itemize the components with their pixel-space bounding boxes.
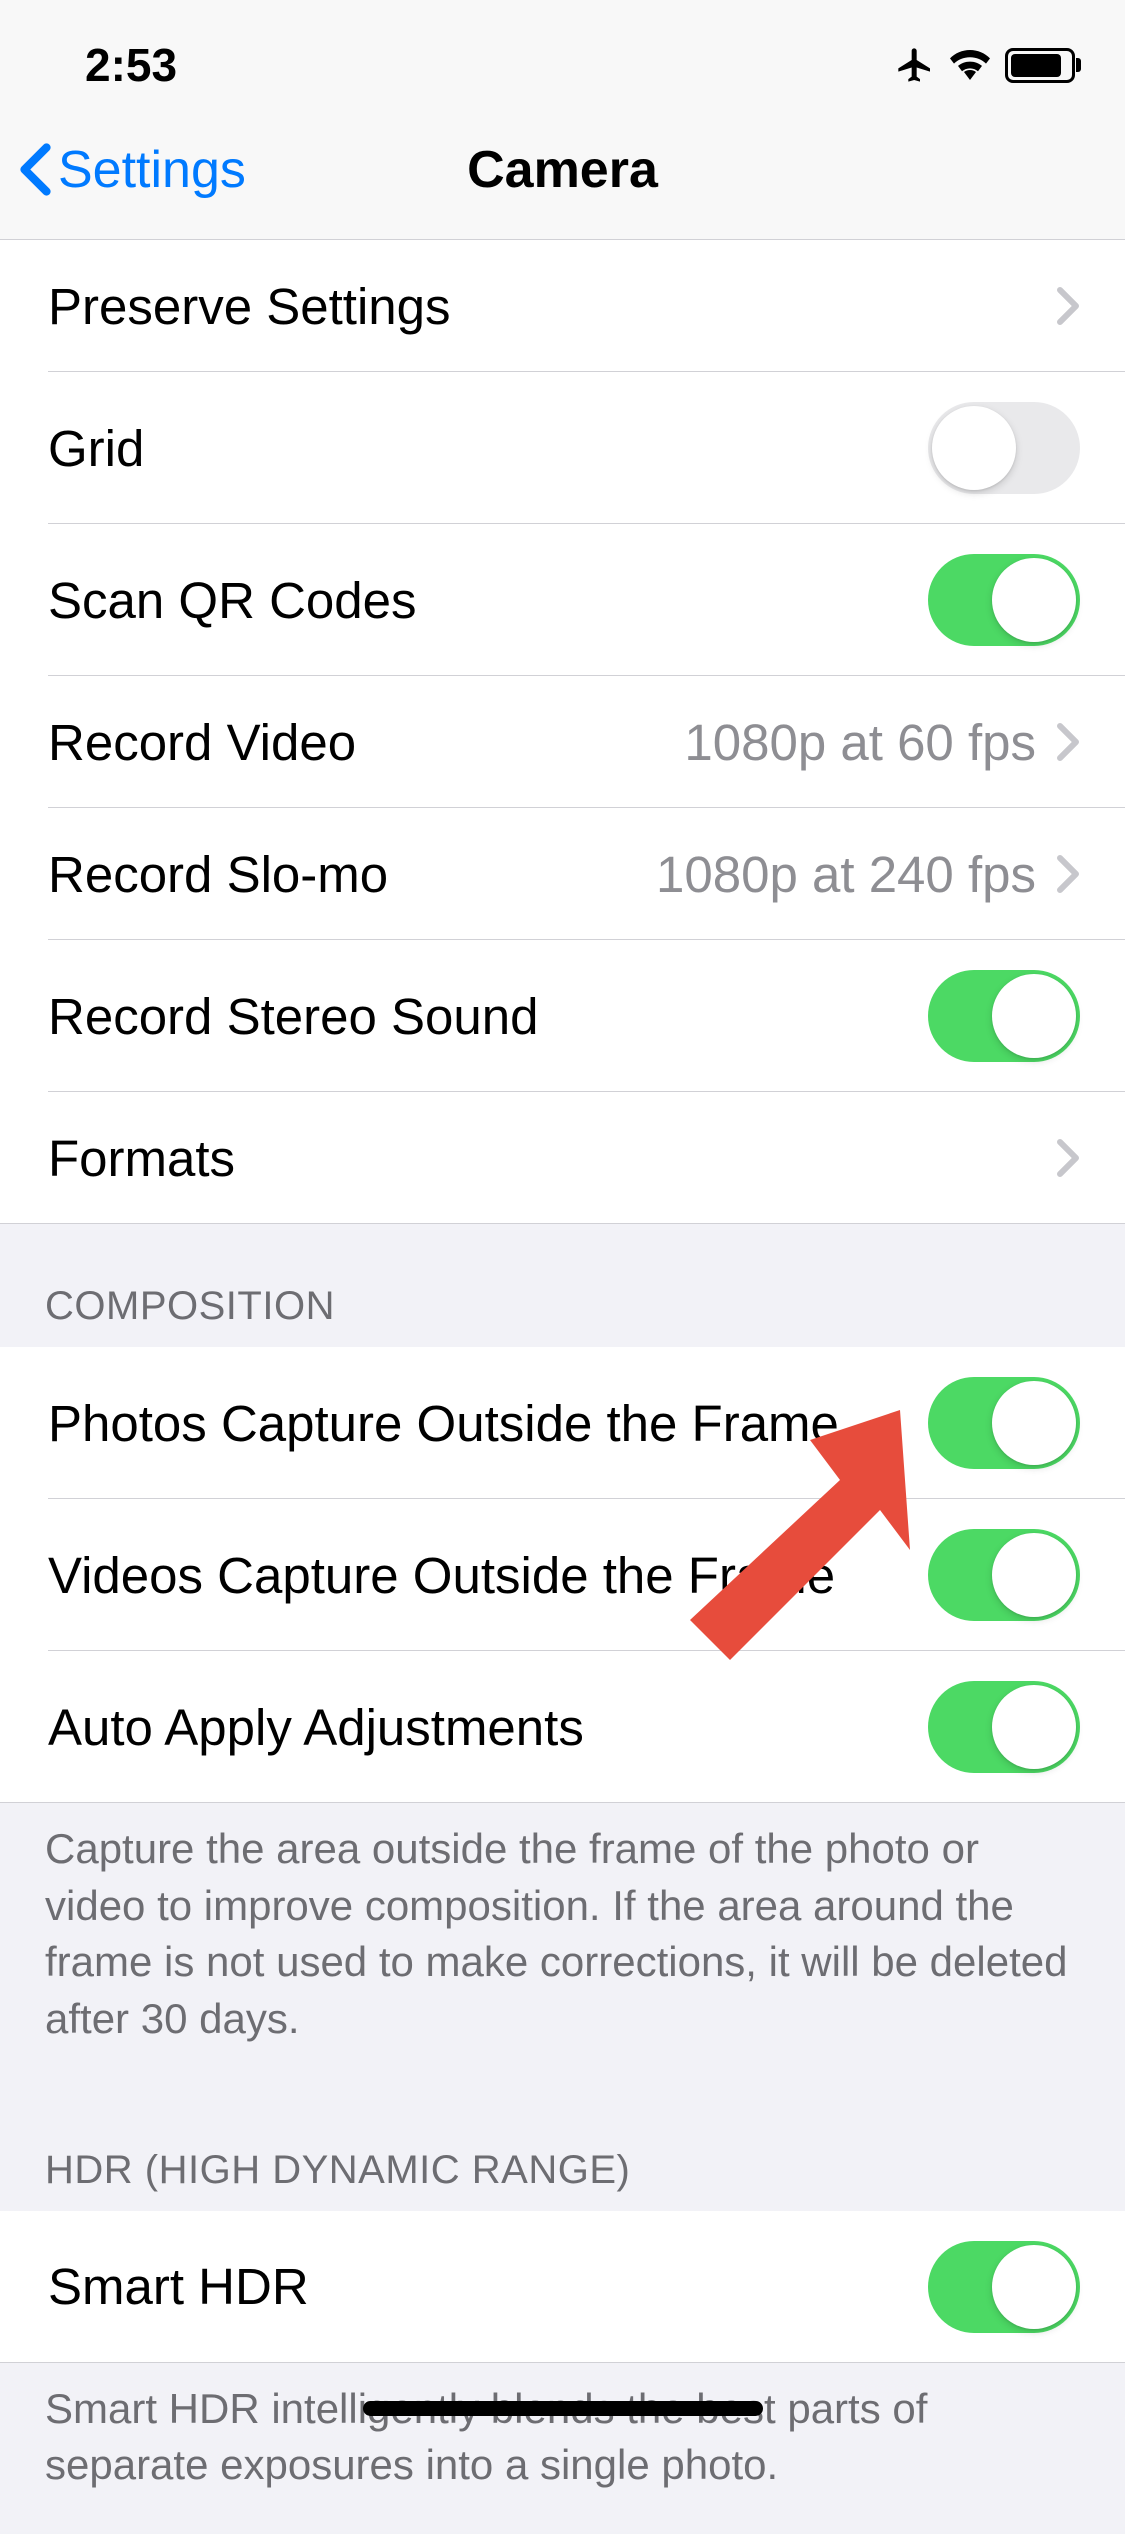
photos-outside-row: Photos Capture Outside the Frame: [0, 1347, 1125, 1499]
formats-row[interactable]: Formats: [0, 1092, 1125, 1224]
row-label: Formats: [48, 1129, 235, 1188]
toggle-knob: [992, 2245, 1076, 2329]
toggle-knob: [992, 1685, 1076, 1769]
videos-outside-toggle[interactable]: [928, 1529, 1080, 1621]
smart-hdr-row: Smart HDR: [0, 2211, 1125, 2363]
record-slomo-row[interactable]: Record Slo-mo 1080p at 240 fps: [0, 808, 1125, 940]
toggle-knob: [992, 558, 1076, 642]
auto-apply-toggle[interactable]: [928, 1681, 1080, 1773]
chevron-right-icon: [1056, 722, 1080, 762]
preserve-settings-row[interactable]: Preserve Settings: [0, 240, 1125, 372]
composition-header: COMPOSITION: [0, 1224, 1125, 1347]
chevron-right-icon: [1056, 854, 1080, 894]
row-detail: 1080p at 60 fps: [684, 713, 1080, 772]
record-video-row[interactable]: Record Video 1080p at 60 fps: [0, 676, 1125, 808]
row-label: Grid: [48, 419, 144, 478]
row-label: Auto Apply Adjustments: [48, 1698, 584, 1757]
chevron-right-icon: [1056, 1138, 1080, 1178]
toggle-knob: [992, 974, 1076, 1058]
main-section: Preserve Settings Grid Scan QR Codes Rec…: [0, 240, 1125, 1224]
smart-hdr-toggle[interactable]: [928, 2241, 1080, 2333]
row-label: Smart HDR: [48, 2257, 309, 2316]
toggle-knob: [932, 406, 1016, 490]
chevron-back-icon: [18, 142, 53, 197]
chevron-right-icon: [1056, 286, 1080, 326]
photos-outside-toggle[interactable]: [928, 1377, 1080, 1469]
wifi-icon: [950, 45, 990, 85]
status-time: 2:53: [50, 38, 177, 92]
row-label: Record Stereo Sound: [48, 987, 538, 1046]
row-label: Photos Capture Outside the Frame: [48, 1394, 839, 1453]
row-label: Scan QR Codes: [48, 571, 417, 630]
row-label: Videos Capture Outside the Frame: [48, 1546, 835, 1605]
airplane-mode-icon: [895, 45, 935, 85]
record-video-value: 1080p at 60 fps: [684, 713, 1036, 772]
scan-qr-codes-toggle[interactable]: [928, 554, 1080, 646]
status-bar: 2:53: [0, 0, 1125, 100]
toggle-knob: [992, 1381, 1076, 1465]
back-label: Settings: [58, 140, 246, 200]
record-slomo-value: 1080p at 240 fps: [656, 845, 1036, 904]
row-label: Record Slo-mo: [48, 845, 388, 904]
status-icons: [895, 45, 1075, 85]
row-detail: 1080p at 240 fps: [656, 845, 1080, 904]
scan-qr-codes-row: Scan QR Codes: [0, 524, 1125, 676]
battery-fill: [1011, 54, 1061, 77]
home-indicator[interactable]: [363, 2401, 763, 2416]
page-title: Camera: [467, 140, 658, 200]
grid-toggle[interactable]: [928, 402, 1080, 494]
hdr-header: HDR (HIGH DYNAMIC RANGE): [0, 2088, 1125, 2211]
battery-icon: [1005, 48, 1075, 83]
row-label: Record Video: [48, 713, 356, 772]
record-stereo-sound-row: Record Stereo Sound: [0, 940, 1125, 1092]
row-label: Preserve Settings: [48, 277, 451, 336]
navigation-bar: Settings Camera: [0, 100, 1125, 240]
toggle-knob: [992, 1533, 1076, 1617]
back-button[interactable]: Settings: [18, 140, 246, 200]
composition-section: Photos Capture Outside the Frame Videos …: [0, 1347, 1125, 1803]
grid-row: Grid: [0, 372, 1125, 524]
videos-outside-row: Videos Capture Outside the Frame: [0, 1499, 1125, 1651]
composition-footer: Capture the area outside the frame of th…: [0, 1803, 1125, 2088]
hdr-footer: Smart HDR intelligently blends the best …: [0, 2363, 1125, 2534]
hdr-section: Smart HDR: [0, 2211, 1125, 2363]
record-stereo-sound-toggle[interactable]: [928, 970, 1080, 1062]
auto-apply-row: Auto Apply Adjustments: [0, 1651, 1125, 1803]
